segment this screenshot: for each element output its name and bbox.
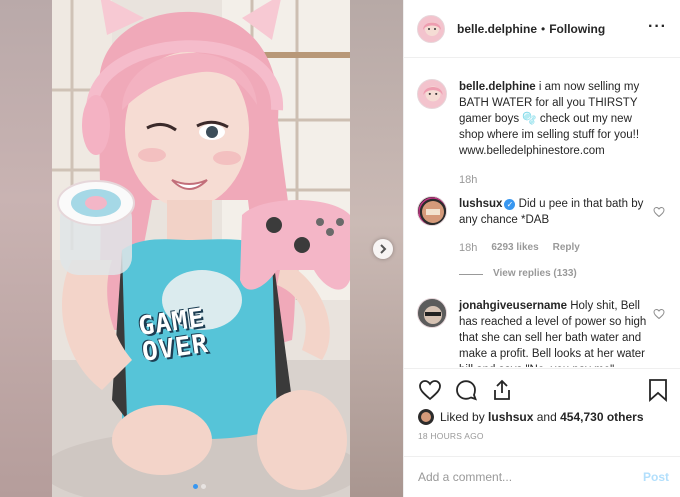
caption-username[interactable]: belle.delphine [459, 81, 536, 93]
comment-meta: 18h 6293 likes Reply [459, 240, 659, 256]
divider [459, 273, 483, 275]
avatar[interactable] [418, 409, 434, 425]
comment-heart-icon[interactable] [653, 308, 665, 323]
post-photo[interactable]: GAME OVER [52, 0, 350, 497]
heart-icon[interactable] [418, 378, 442, 405]
header-separator: • [541, 21, 546, 36]
post-side-panel: belle.delphine • Following ··· belle.del… [403, 0, 680, 497]
liked-by-user[interactable]: lushsux [488, 410, 533, 424]
post-header: belle.delphine • Following ··· [404, 0, 680, 58]
avatar[interactable] [417, 14, 445, 43]
comment-likes[interactable]: 6293 likes [491, 240, 538, 256]
add-comment-bar: Post [404, 456, 680, 497]
verified-badge-icon: ✓ [504, 199, 516, 210]
photo-illustration [52, 0, 350, 497]
post-timestamp[interactable]: 18 HOURS AGO [418, 431, 484, 441]
comments-list[interactable]: belle.delphine i am now selling my BATH … [404, 59, 680, 367]
liked-by-prefix: Liked by [440, 410, 485, 424]
avatar[interactable] [417, 196, 447, 226]
comment-body: jonahgiveusername Holy shit, Bell has re… [459, 298, 659, 367]
view-replies-label: View replies (133) [493, 268, 577, 279]
carousel-indicator [193, 484, 206, 489]
share-icon[interactable] [490, 378, 514, 405]
comment-username[interactable]: lushsux [459, 198, 502, 210]
comment-body: lushsux ✓ Did u pee in that bath by any c… [459, 196, 659, 282]
bubbles-emoji: 🫧 [522, 113, 537, 125]
instagram-post: GAME OVER belle.delphine • Following ··· [0, 0, 680, 497]
avatar[interactable] [417, 79, 447, 109]
follow-status-button[interactable]: Following [549, 22, 605, 36]
carousel-dot-active [193, 484, 198, 489]
header-username[interactable]: belle.delphine [457, 22, 537, 36]
comment-item: jonahgiveusername Holy shit, Bell has re… [417, 298, 665, 367]
media-blur-left [0, 0, 52, 497]
bookmark-icon[interactable] [647, 378, 669, 405]
comment-heart-icon[interactable] [653, 206, 665, 221]
post-actions: Liked by lushsux and 454,730 others 18 H… [404, 368, 680, 441]
liked-by: Liked by lushsux and 454,730 others [418, 409, 644, 425]
action-icons [418, 378, 514, 405]
likes-count[interactable]: 454,730 others [560, 410, 643, 424]
chevron-right-icon[interactable] [373, 239, 393, 259]
avatar[interactable] [417, 298, 447, 328]
post-media[interactable]: GAME OVER [0, 0, 403, 497]
post-button[interactable]: Post [643, 470, 669, 484]
comment-item: lushsux ✓ Did u pee in that bath by any c… [417, 196, 665, 282]
comment-time[interactable]: 18h [459, 240, 477, 256]
more-dots-icon[interactable]: ··· [648, 18, 667, 36]
caption: belle.delphine i am now selling my BATH … [417, 79, 665, 188]
caption-time[interactable]: 18h [459, 172, 659, 188]
liked-by-and: and [536, 410, 557, 424]
view-replies-button[interactable]: View replies (133) [459, 266, 659, 282]
comment-username[interactable]: jonahgiveusername [459, 300, 567, 312]
caption-body: belle.delphine i am now selling my BATH … [459, 79, 659, 188]
reply-button[interactable]: Reply [553, 240, 580, 256]
comment-icon[interactable] [454, 378, 478, 405]
carousel-dot [201, 484, 206, 489]
comment-input[interactable] [418, 470, 618, 484]
